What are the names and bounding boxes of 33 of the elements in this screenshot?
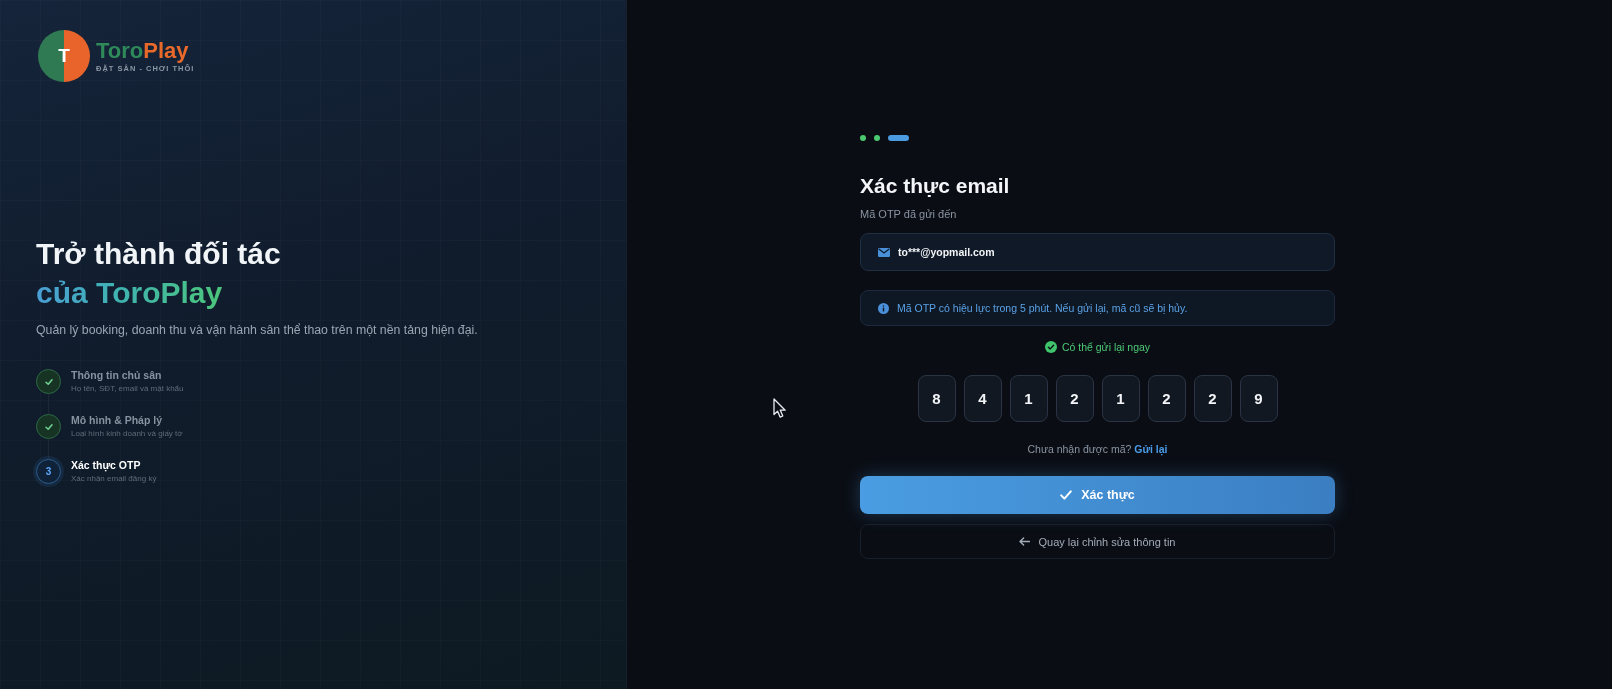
step-title: Xác thực OTP <box>71 459 142 472</box>
arrow-left-icon <box>1019 537 1031 546</box>
mouse-pointer-icon <box>773 398 787 419</box>
form-subtitle: Mã OTP đã gửi đến <box>860 207 957 222</box>
otp-digit-field[interactable]: 2 <box>1193 375 1232 422</box>
info-icon <box>878 302 889 314</box>
otp-digit-field[interactable]: 9 <box>1239 375 1278 422</box>
mail-icon <box>878 247 890 257</box>
back-button[interactable]: Quay lại chỉnh sửa thông tin <box>860 524 1335 559</box>
resend-prompt: Chưa nhận được mã? Gửi lại <box>1027 442 1168 457</box>
step-title: Thông tin chủ sân <box>71 369 163 382</box>
otp-digit-field[interactable]: 2 <box>1055 375 1094 422</box>
form-title: Xác thực email <box>860 173 1010 199</box>
step-number: 3 <box>36 459 61 484</box>
otp-digit-field[interactable]: 1 <box>1009 375 1048 422</box>
check-icon <box>1060 490 1073 500</box>
otp-digit-field[interactable]: 1 <box>1101 375 1140 422</box>
brand-name: ToroPlay <box>96 39 190 63</box>
email-address: to***@yopmail.com <box>898 246 995 258</box>
step-title: Mô hình & Pháp lý <box>71 414 163 427</box>
resend-status: Có thể gửi lại ngay <box>1061 340 1151 355</box>
step-description: Họ tên, SĐT, email và mật khẩu <box>71 383 184 394</box>
hero-title: Trở thành đối tác <box>36 236 281 272</box>
check-circle-icon <box>1044 341 1057 353</box>
step-description: Xác nhận email đăng ký <box>71 473 157 484</box>
resend-link[interactable]: Gửi lại <box>1134 443 1168 455</box>
otp-digit-field[interactable]: 2 <box>1147 375 1186 422</box>
otp-digit-field[interactable]: 8 <box>917 375 956 422</box>
verify-button[interactable]: Xác thực <box>860 476 1335 514</box>
info-text: Mã OTP có hiệu lực trong 5 phút. Nếu gửi lại, mã cũ sẽ bị hủy. <box>897 302 1188 314</box>
hero-subtitle: Quản lý booking, doanh thu và vận hành sân thể thao trên một nền tảng hiện đại. <box>36 322 478 339</box>
logo-mark: T <box>38 30 90 82</box>
otp-digit-field[interactable]: 4 <box>963 375 1002 422</box>
